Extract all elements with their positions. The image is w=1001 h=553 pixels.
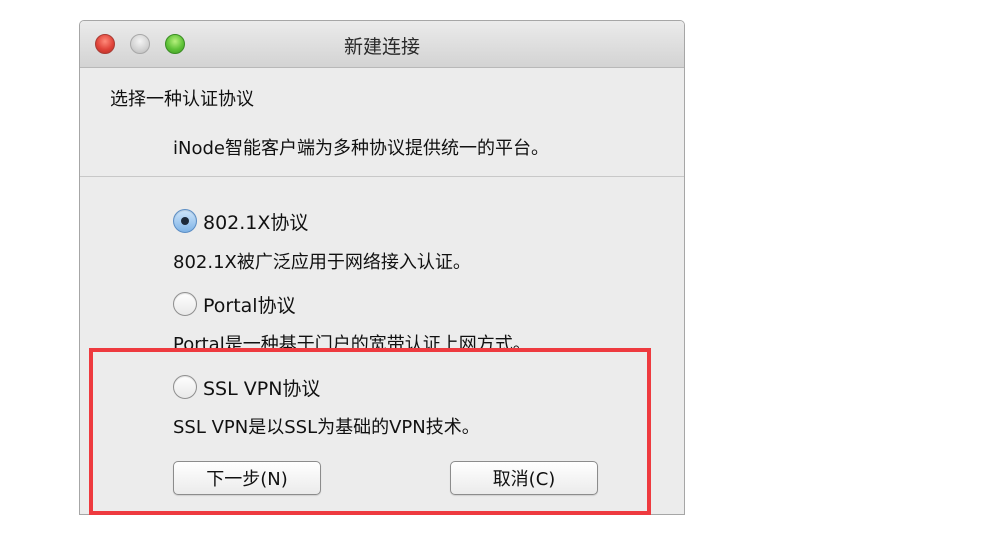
option-label-8021x[interactable]: 802.1X协议 [203, 208, 308, 235]
section-title: 选择一种认证协议 [110, 89, 254, 110]
radio-option-ssl-vpn[interactable]: SSL VPN协议 [173, 372, 320, 402]
option-label-portal[interactable]: Portal协议 [203, 291, 296, 318]
section-description: iNode智能客户端为多种协议提供统一的平台。 [173, 138, 549, 159]
radio-button-portal[interactable] [173, 292, 197, 316]
radio-button-ssl-vpn[interactable] [173, 375, 197, 399]
option-description-portal: Portal是一种基于门户的宽带认证上网方式。 [173, 334, 531, 355]
radio-option-portal[interactable]: Portal协议 [173, 289, 296, 319]
cancel-button[interactable]: 取消(C) [450, 461, 598, 495]
screenshot-stage: 新建连接 选择一种认证协议 iNode智能客户端为多种协议提供统一的平台。 80… [0, 0, 1001, 553]
radio-button-8021x[interactable] [173, 209, 197, 233]
option-description-ssl-vpn: SSL VPN是以SSL为基础的VPN技术。 [173, 417, 480, 438]
next-button[interactable]: 下一步(N) [173, 461, 321, 495]
title-bar[interactable]: 新建连接 [80, 21, 684, 68]
radio-option-8021x[interactable]: 802.1X协议 [173, 206, 308, 236]
option-description-8021x: 802.1X被广泛应用于网络接入认证。 [173, 252, 471, 273]
new-connection-window: 新建连接 选择一种认证协议 iNode智能客户端为多种协议提供统一的平台。 80… [79, 20, 685, 515]
window-title: 新建连接 [343, 36, 420, 58]
option-label-ssl-vpn[interactable]: SSL VPN协议 [203, 374, 320, 401]
header-area: 选择一种认证协议 iNode智能客户端为多种协议提供统一的平台。 [80, 68, 684, 177]
